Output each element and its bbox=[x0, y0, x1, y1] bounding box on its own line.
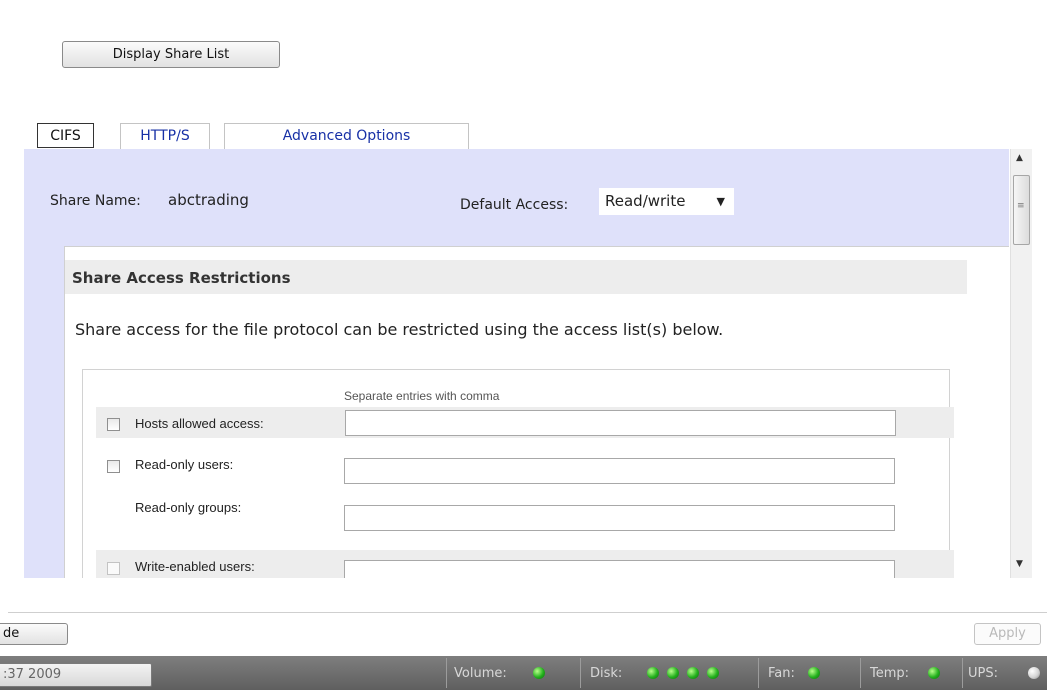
hosts-allowed-checkbox[interactable] bbox=[107, 418, 120, 431]
default-access-label: Default Access: bbox=[460, 197, 569, 213]
read-only-groups-label: Read-only groups: bbox=[135, 500, 242, 515]
write-enabled-users-input[interactable] bbox=[344, 560, 895, 578]
default-access-select[interactable]: Read/write ▼ bbox=[599, 188, 734, 215]
dropdown-arrow-icon: ▼ bbox=[716, 195, 725, 208]
disk-2-status-led-icon bbox=[667, 667, 679, 679]
status-bar: :37 2009 Volume: Disk: Fan: Temp: UPS: bbox=[0, 656, 1047, 690]
write-enabled-users-checkbox[interactable] bbox=[107, 562, 120, 575]
temp-status-led-icon bbox=[928, 667, 940, 679]
datetime-display: :37 2009 bbox=[0, 663, 152, 687]
status-separator bbox=[860, 658, 861, 688]
status-separator bbox=[758, 658, 759, 688]
tab-advanced-options[interactable]: Advanced Options bbox=[224, 123, 469, 149]
separator-hint: Separate entries with comma bbox=[344, 389, 500, 403]
restrictions-header: Share Access Restrictions bbox=[65, 260, 967, 294]
ups-label: UPS: bbox=[968, 666, 998, 681]
share-access-restrictions-section: Share Access Restrictions Share access f… bbox=[64, 246, 1009, 578]
scroll-down-arrow-icon[interactable]: ▼ bbox=[1016, 559, 1023, 569]
fan-label: Fan: bbox=[768, 666, 795, 681]
hosts-allowed-input[interactable] bbox=[345, 410, 896, 436]
read-only-users-input[interactable] bbox=[344, 458, 895, 484]
disk-1-status-led-icon bbox=[647, 667, 659, 679]
hosts-allowed-label: Hosts allowed access: bbox=[135, 416, 264, 431]
footer-divider bbox=[8, 612, 1047, 613]
scrollbar-thumb[interactable]: ≡ bbox=[1013, 175, 1030, 245]
read-only-users-label: Read-only users: bbox=[135, 457, 234, 472]
status-separator bbox=[446, 658, 447, 688]
panel-scrollbar[interactable]: ▲ ≡ ▼ bbox=[1010, 149, 1032, 578]
section-title: Share Access Restrictions bbox=[72, 269, 291, 287]
disk-label: Disk: bbox=[590, 666, 623, 681]
access-list-box: Separate entries with comma Hosts allowe… bbox=[82, 369, 954, 578]
display-share-list-button[interactable]: Display Share List bbox=[62, 41, 280, 68]
disk-3-status-led-icon bbox=[687, 667, 699, 679]
volume-status-led-icon bbox=[533, 667, 545, 679]
temp-label: Temp: bbox=[870, 666, 910, 681]
fan-status-led-icon bbox=[808, 667, 820, 679]
write-enabled-users-label: Write-enabled users: bbox=[135, 559, 255, 574]
share-name-value: abctrading bbox=[168, 191, 249, 209]
scroll-grip-icon: ≡ bbox=[1017, 201, 1025, 211]
status-separator bbox=[962, 658, 963, 688]
disk-4-status-led-icon bbox=[707, 667, 719, 679]
cifs-panel: Share Name: abctrading Default Access: R… bbox=[24, 149, 1009, 578]
apply-button[interactable]: Apply bbox=[974, 623, 1041, 645]
restrictions-description: Share access for the file protocol can b… bbox=[75, 320, 724, 339]
read-only-users-checkbox[interactable] bbox=[107, 460, 120, 473]
default-access-value: Read/write bbox=[605, 192, 686, 210]
left-footer-button[interactable]: de bbox=[0, 623, 68, 645]
tab-cifs[interactable]: CIFS bbox=[37, 123, 94, 148]
ups-status-led-icon bbox=[1028, 667, 1040, 679]
scroll-up-arrow-icon[interactable]: ▲ bbox=[1016, 153, 1023, 163]
read-only-groups-input[interactable] bbox=[344, 505, 895, 531]
volume-label: Volume: bbox=[454, 666, 507, 681]
share-name-label: Share Name: bbox=[50, 193, 141, 209]
status-separator bbox=[580, 658, 581, 688]
tab-https[interactable]: HTTP/S bbox=[120, 123, 210, 149]
